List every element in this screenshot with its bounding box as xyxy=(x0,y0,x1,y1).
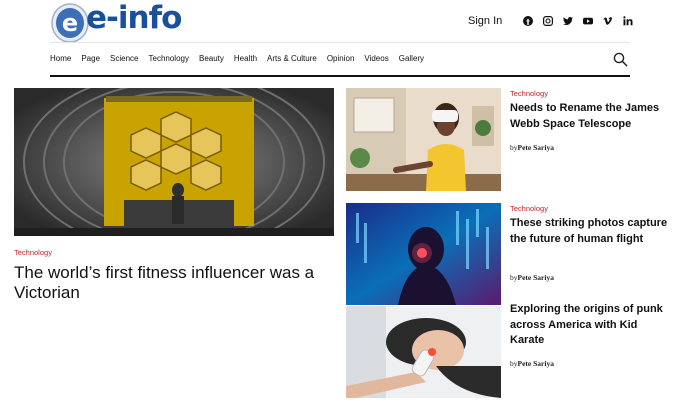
linkedin-icon[interactable] xyxy=(618,14,638,28)
post-thumbnail-projection[interactable] xyxy=(346,203,501,305)
post-title[interactable]: These striking photos capture the future… xyxy=(510,216,670,247)
post-category[interactable]: Technology xyxy=(510,89,548,98)
featured-category[interactable]: Technology xyxy=(14,248,52,257)
youtube-icon[interactable] xyxy=(578,14,598,28)
nav-item-arts-culture[interactable]: Arts & Culture xyxy=(267,54,317,63)
twitter-icon[interactable] xyxy=(558,14,578,28)
nav-item-opinion[interactable]: Opinion xyxy=(327,54,355,63)
search-icon[interactable] xyxy=(613,52,628,67)
post-thumbnail-skincare[interactable] xyxy=(346,306,501,398)
post-thumbnail-vr[interactable] xyxy=(346,88,501,191)
logo-wordmark: e-info xyxy=(86,0,182,36)
social-links xyxy=(518,14,638,28)
post-category[interactable]: Technology xyxy=(510,204,548,213)
header-divider xyxy=(50,42,630,43)
logo-globe-icon: e xyxy=(51,3,89,43)
main-nav: Home Page Science Technology Beauty Heal… xyxy=(50,54,434,63)
post-author[interactable]: Pete Sariya xyxy=(518,359,554,368)
nav-item-home[interactable]: Home xyxy=(50,54,71,63)
nav-item-beauty[interactable]: Beauty xyxy=(199,54,224,63)
featured-image[interactable] xyxy=(14,88,334,236)
instagram-icon[interactable] xyxy=(538,14,558,28)
post-byline: byPete Sariya xyxy=(510,273,554,282)
facebook-icon[interactable] xyxy=(518,14,538,28)
post-byline: byPete Sariya xyxy=(510,143,554,152)
post-title[interactable]: Exploring the origins of punk across Ame… xyxy=(510,302,670,349)
post-byline: byPete Sariya xyxy=(510,359,554,368)
svg-text:e: e xyxy=(62,9,78,37)
nav-item-videos[interactable]: Videos xyxy=(364,54,388,63)
featured-title[interactable]: The world’s first fitness influencer was… xyxy=(14,263,334,303)
sign-in-link[interactable]: Sign In xyxy=(468,15,502,27)
nav-divider xyxy=(50,75,630,77)
nav-item-technology[interactable]: Technology xyxy=(149,54,189,63)
post-title[interactable]: Needs to Rename the James Webb Space Tel… xyxy=(510,101,670,132)
nav-item-health[interactable]: Health xyxy=(234,54,257,63)
post-author[interactable]: Pete Sariya xyxy=(518,143,554,152)
nav-item-gallery[interactable]: Gallery xyxy=(399,54,424,63)
nav-item-page[interactable]: Page xyxy=(81,54,100,63)
nav-item-science[interactable]: Science xyxy=(110,54,138,63)
post-author[interactable]: Pete Sariya xyxy=(518,273,554,282)
vimeo-icon[interactable] xyxy=(598,14,618,28)
